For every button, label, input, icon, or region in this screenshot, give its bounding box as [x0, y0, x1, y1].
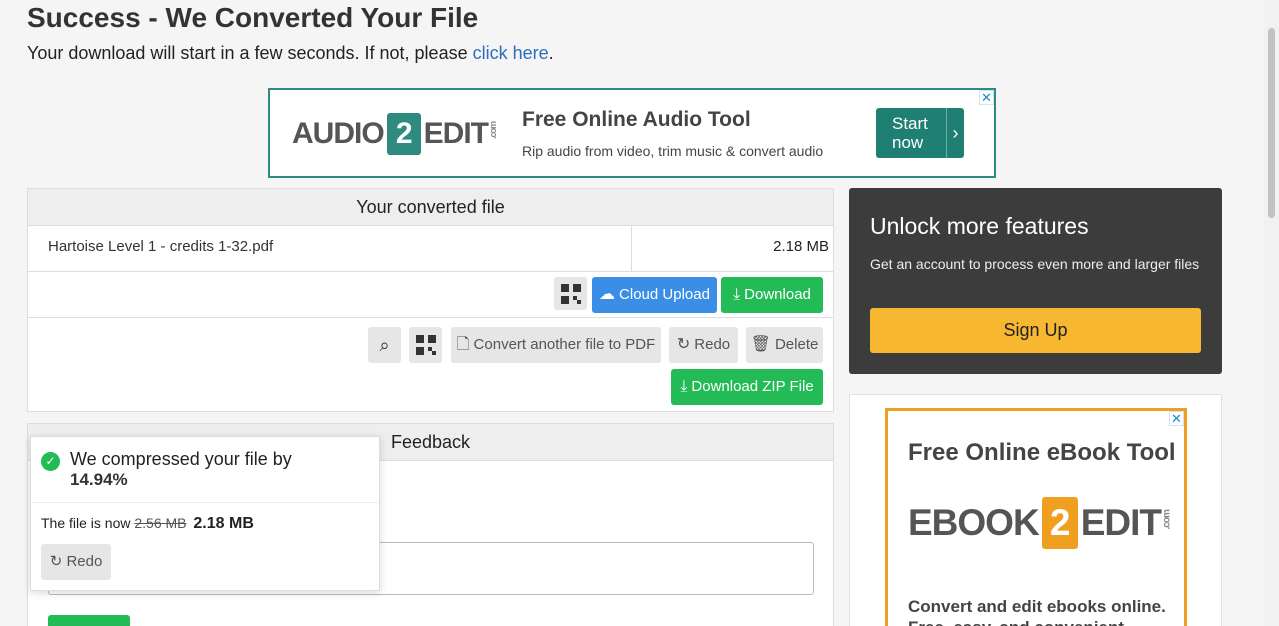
check-circle-icon: ✓: [41, 452, 60, 471]
side-logo-edit: EDIT: [1080, 502, 1162, 543]
qr-code-button[interactable]: [554, 277, 587, 310]
ad-cta-label: Start now: [892, 114, 928, 152]
toast-message: We compressed your file by: [70, 449, 292, 469]
ad-subline: Rip audio from video, trim music & conve…: [522, 143, 824, 159]
trash-icon: 🗑: [750, 336, 771, 353]
convert-another-label: Convert another file to PDF: [473, 336, 656, 353]
preview-button[interactable]: ⌕: [368, 327, 401, 363]
side-ad-description: Convert and edit ebooks online. Free, ea…: [908, 597, 1166, 626]
converted-file-heading: Your converted file: [28, 189, 833, 226]
download-notice-text: Your download will start in a few second…: [27, 43, 468, 63]
unlock-description: Get an account to process even more and …: [870, 256, 1200, 272]
file-size: 2.18 MB: [631, 226, 835, 271]
download-zip-label: Download ZIP File: [691, 378, 814, 395]
chevron-right-icon: ›: [946, 108, 964, 158]
file-size-change: The file is now 2.56 MB 2.18 MB: [41, 515, 254, 533]
ad-logo-audio: AUDIO: [292, 117, 385, 150]
audio2edit-ad-banner[interactable]: ✕ AUDIO 2 EDIT .com Free Online Audio To…: [268, 88, 996, 178]
toast-header: ✓ We compressed your file by 14.94%: [31, 437, 379, 503]
side-logo-com: .com: [1161, 509, 1173, 529]
convert-another-button[interactable]: 🗋 Convert another file to PDF: [451, 327, 661, 363]
ad-logo-two: 2: [386, 113, 421, 155]
file-now-label: The file is now: [41, 515, 131, 531]
scrollbar-thumb[interactable]: [1268, 28, 1275, 218]
download-icon: ⤓: [733, 286, 741, 303]
cloud-upload-button[interactable]: ☁ Cloud Upload: [592, 277, 717, 313]
redo-icon: ↻: [49, 553, 67, 570]
toast-body: The file is now 2.56 MB 2.18 MB ↻ Redo: [31, 503, 379, 591]
ebook2edit-logo: EBOOK 2 EDIT .com: [908, 497, 1173, 549]
file-name: Hartoise Level 1 - credits 1-32.pdf: [48, 238, 274, 255]
compression-toast: ✓ We compressed your file by 14.94% The …: [30, 436, 380, 591]
ad-logo-edit: EDIT: [423, 117, 489, 150]
side-logo-two: 2: [1041, 497, 1078, 549]
download-zip-button[interactable]: ⤓ Download ZIP File: [671, 369, 823, 405]
download-button[interactable]: ⤓ Download: [721, 277, 823, 313]
side-ad-container: ✕ Free Online eBook Tool EBOOK 2 EDIT .c…: [849, 394, 1222, 626]
sign-up-button[interactable]: Sign Up: [870, 308, 1201, 353]
toast-percent: 14.94%: [70, 470, 128, 489]
download-label: Download: [744, 286, 811, 303]
side-logo-ebook: EBOOK: [908, 502, 1040, 543]
ad-start-now-button[interactable]: Start now ›: [876, 108, 964, 158]
qr-code-icon: [560, 284, 581, 305]
download-notice-period: .: [548, 43, 554, 63]
redo-label: Redo: [694, 336, 731, 353]
unlock-title: Unlock more features: [870, 213, 1089, 239]
feedback-submit-button[interactable]: [48, 615, 130, 626]
qr-code-button-secondary[interactable]: [409, 327, 442, 363]
ad-close-icon[interactable]: ✕: [1169, 411, 1184, 426]
ad-headline: Free Online Audio Tool: [522, 108, 751, 131]
page-scrollbar[interactable]: [1264, 0, 1279, 626]
new-file-size: 2.18 MB: [193, 515, 254, 532]
file-tools-row: ⌕ 🗋 Convert another file to PDF ↻ Redo 🗑 De…: [28, 318, 833, 410]
qr-code-icon: [415, 335, 436, 356]
cloud-upload-icon: ☁: [599, 286, 616, 303]
unlock-features-panel: Unlock more features Get an account to p…: [849, 188, 1222, 374]
page-title: Success - We Converted Your File: [27, 2, 479, 33]
converted-file-panel: Your converted file Hartoise Level 1 - c…: [27, 188, 834, 412]
ad-logo-com: .com: [488, 121, 499, 139]
ad-close-icon[interactable]: ✕: [979, 90, 994, 105]
click-here-link[interactable]: click here: [473, 43, 549, 63]
ebook2edit-ad-banner[interactable]: ✕ Free Online eBook Tool EBOOK 2 EDIT .c…: [885, 408, 1187, 626]
file-icon: 🗋: [456, 336, 470, 353]
redo-button[interactable]: ↻ Redo: [669, 327, 738, 363]
download-icon: ⤓: [680, 378, 688, 395]
delete-button[interactable]: 🗑 Delete: [746, 327, 823, 363]
side-ad-headline: Free Online eBook Tool: [908, 439, 1176, 466]
delete-label: Delete: [774, 336, 819, 353]
redo-icon: ↻: [676, 336, 691, 353]
download-notice: Your download will start in a few second…: [27, 43, 554, 64]
audio2edit-logo: AUDIO 2 EDIT .com: [292, 110, 498, 158]
file-row: Hartoise Level 1 - credits 1-32.pdf 2.18…: [28, 226, 833, 272]
search-icon: ⌕: [379, 335, 390, 355]
toast-redo-label: Redo: [66, 553, 103, 570]
cloud-upload-label: Cloud Upload: [619, 286, 710, 303]
old-file-size: 2.56 MB: [134, 515, 187, 531]
toast-redo-button[interactable]: ↻ Redo: [41, 544, 111, 580]
file-actions-row: ☁ Cloud Upload ⤓ Download: [28, 272, 833, 318]
